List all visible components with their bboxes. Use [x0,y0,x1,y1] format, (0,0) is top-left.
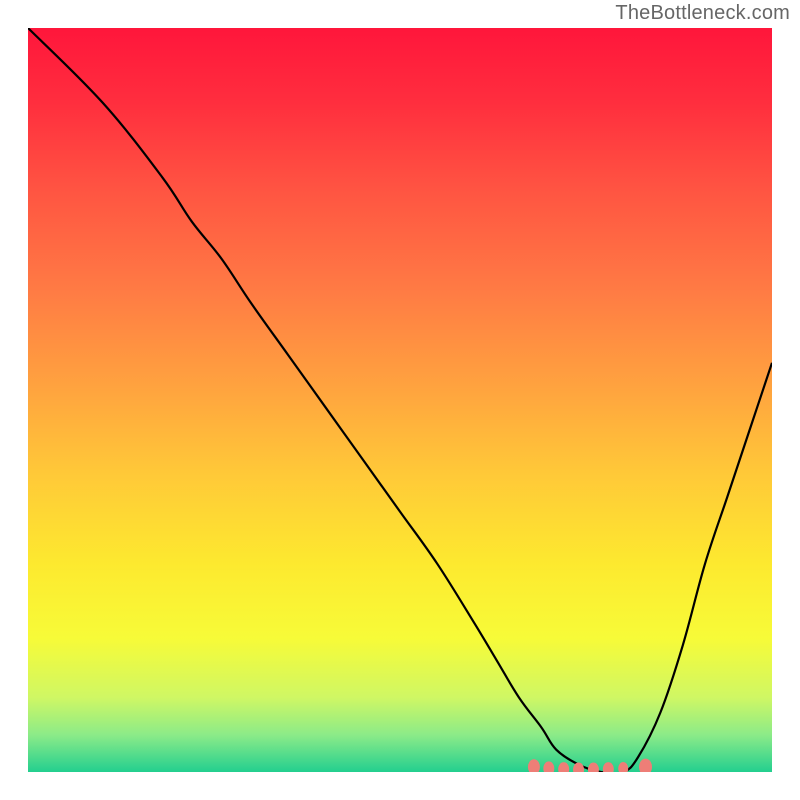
plot-area [28,28,772,772]
watermark-text: TheBottleneck.com [615,2,790,25]
chart-svg [28,28,772,772]
gradient-background [28,28,772,772]
chart-container: TheBottleneck.com [0,0,800,800]
